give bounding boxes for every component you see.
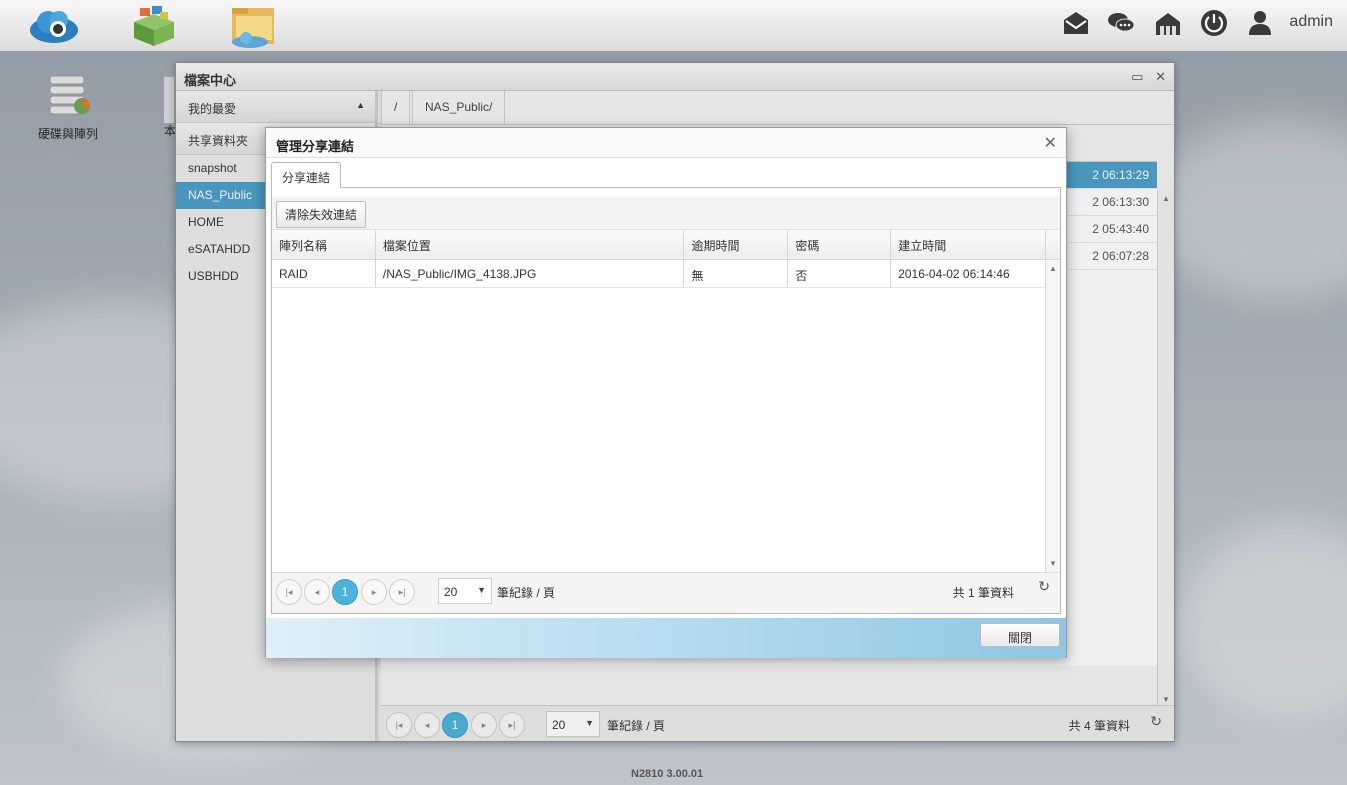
dialog-tabs: 分享連結 — [271, 162, 342, 188]
column-header-created[interactable]: 建立時間 — [891, 230, 1046, 259]
tab-panel: 清除失效連結 陣列名稱 檔案位置 逾期時間 密碼 建立時間 RAID /NAS_… — [271, 187, 1061, 614]
cell-file-location: /NAS_Public/IMG_4138.JPG — [376, 260, 685, 287]
table-header-corner — [1045, 230, 1060, 260]
dialog-toolbar: 清除失效連結 — [272, 197, 1060, 230]
mail-icon[interactable] — [1061, 8, 1091, 38]
cloud-app-icon[interactable] — [28, 4, 80, 48]
column-header-file-location[interactable]: 檔案位置 — [376, 230, 685, 259]
power-icon[interactable] — [1199, 8, 1229, 38]
last-page-icon[interactable]: ▸| — [389, 579, 415, 605]
user-icon[interactable] — [1245, 8, 1275, 38]
table-row[interactable]: RAID /NAS_Public/IMG_4138.JPG 無 否 2016-0… — [272, 260, 1046, 288]
scroll-up-icon[interactable]: ▲ — [1049, 264, 1057, 273]
per-page-select[interactable]: 20 ▼ — [438, 578, 492, 604]
chevron-down-icon: ▼ — [477, 585, 486, 595]
tab-share-links[interactable]: 分享連結 — [271, 162, 342, 188]
manage-share-links-dialog: 管理分享連結 ✕ 分享連結 清除失效連結 陣列名稱 檔案位置 逾期時間 密碼 建… — [265, 127, 1067, 658]
cell-expiry: 無 — [684, 260, 789, 287]
column-header-password[interactable]: 密碼 — [788, 230, 892, 259]
file-center-icon[interactable] — [228, 4, 280, 48]
dialog-footer: 關閉 — [266, 618, 1066, 658]
share-links-table: 陣列名稱 檔案位置 逾期時間 密碼 建立時間 RAID /NAS_Public/… — [272, 230, 1060, 572]
refresh-icon[interactable]: ↻ — [1038, 578, 1050, 595]
dialog-pager: |◂ ◂ 1 ▸ ▸| 20 ▼ 筆紀錄 / 頁 共 1 筆資料 ↻ — [272, 572, 1060, 613]
username-label[interactable]: admin — [1289, 13, 1333, 31]
next-page-icon[interactable]: ▸ — [361, 579, 387, 605]
current-page[interactable]: 1 — [332, 579, 358, 605]
column-header-expiry[interactable]: 逾期時間 — [684, 230, 789, 259]
cell-volume: RAID — [272, 260, 376, 287]
first-page-icon[interactable]: |◂ — [276, 579, 302, 605]
app-center-icon[interactable] — [128, 4, 180, 48]
column-header-volume[interactable]: 陣列名稱 — [272, 230, 376, 259]
per-page-value: 20 — [444, 585, 458, 599]
dialog-title: 管理分享連結 — [266, 128, 1066, 158]
cell-password: 否 — [788, 260, 892, 287]
close-button[interactable]: 關閉 — [980, 623, 1060, 647]
prev-page-icon[interactable]: ◂ — [304, 579, 330, 605]
total-count: 共 1 筆資料 — [952, 586, 1014, 600]
close-icon[interactable]: ✕ — [1044, 133, 1057, 153]
scroll-down-icon[interactable]: ▼ — [1049, 559, 1057, 568]
firmware-version: N2810 3.00.01 — [631, 768, 704, 780]
cell-created: 2016-04-02 06:14:46 — [891, 260, 1046, 287]
table-scrollbar[interactable]: ▲ ▼ — [1045, 260, 1060, 572]
chat-icon[interactable] — [1106, 8, 1136, 38]
per-page-label: 筆紀錄 / 頁 — [497, 586, 556, 600]
top-bar: admin — [0, 0, 1347, 52]
clear-expired-links-button[interactable]: 清除失效連結 — [276, 201, 367, 228]
table-header: 陣列名稱 檔案位置 逾期時間 密碼 建立時間 — [272, 230, 1046, 260]
network-icon[interactable] — [1153, 8, 1183, 38]
